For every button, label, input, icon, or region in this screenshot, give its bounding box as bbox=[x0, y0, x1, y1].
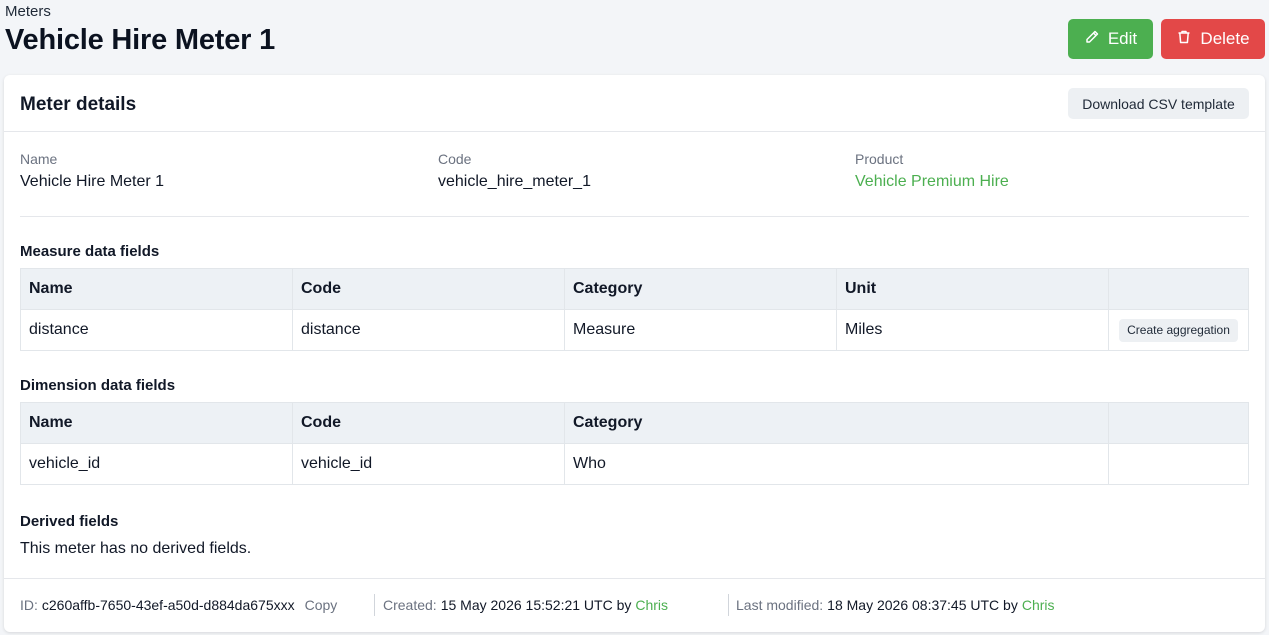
footer-separator bbox=[374, 594, 375, 616]
id-label: ID: bbox=[20, 597, 38, 613]
meter-details-card: Meter details Download CSV template Name… bbox=[4, 75, 1265, 632]
code-label: Code bbox=[438, 151, 472, 167]
meta-footer: ID: c260affb-7650-43ef-a50d-d884da675xxx… bbox=[4, 578, 1265, 632]
column-header-code: Code bbox=[292, 268, 565, 310]
page-title: Vehicle Hire Meter 1 bbox=[5, 24, 276, 56]
download-csv-template-button[interactable]: Download CSV template bbox=[1068, 88, 1249, 119]
detail-name: Name Vehicle Hire Meter 1 bbox=[20, 151, 164, 191]
copy-id-button[interactable]: Copy bbox=[305, 597, 338, 613]
divider bbox=[20, 216, 1249, 217]
cell-name: distance bbox=[20, 309, 293, 351]
dimension-section-title: Dimension data fields bbox=[20, 377, 176, 394]
cell-name: vehicle_id bbox=[20, 443, 293, 485]
name-label: Name bbox=[20, 151, 58, 167]
cell-actions bbox=[1108, 443, 1249, 485]
card-header: Meter details Download CSV template bbox=[4, 75, 1265, 132]
column-header-unit: Unit bbox=[836, 268, 1109, 310]
cell-unit: Miles bbox=[836, 309, 1109, 351]
footer-created: Created: 15 May 2026 15:52:21 UTC by Chr… bbox=[383, 597, 668, 613]
column-header-name: Name bbox=[20, 268, 293, 310]
column-header-category: Category bbox=[564, 402, 1109, 444]
product-link[interactable]: Vehicle Premium Hire bbox=[855, 173, 1009, 191]
table-header-row: Name Code Category bbox=[20, 402, 1249, 444]
delete-button-label: Delete bbox=[1200, 29, 1250, 48]
pencil-icon bbox=[1084, 29, 1100, 50]
name-value: Vehicle Hire Meter 1 bbox=[20, 173, 165, 190]
edit-button[interactable]: Edit bbox=[1068, 19, 1153, 59]
measure-table: Name Code Category Unit distance distanc… bbox=[20, 268, 1249, 351]
cell-code: distance bbox=[292, 309, 565, 351]
column-header-actions bbox=[1108, 268, 1249, 310]
detail-product: Product Vehicle Premium Hire bbox=[855, 151, 1009, 191]
derived-section-title: Derived fields bbox=[20, 513, 119, 530]
breadcrumb[interactable]: Meters bbox=[5, 3, 51, 20]
dimension-table: Name Code Category vehicle_id vehicle_id… bbox=[20, 402, 1249, 485]
footer-separator bbox=[728, 594, 729, 616]
modified-value: 18 May 2026 08:37:45 UTC by bbox=[827, 597, 1018, 613]
cell-actions: Create aggregation bbox=[1108, 309, 1249, 351]
measure-section-title: Measure data fields bbox=[20, 243, 160, 260]
table-row: distance distance Measure Miles Create a… bbox=[20, 309, 1249, 351]
delete-button[interactable]: Delete bbox=[1161, 19, 1265, 59]
table-row: vehicle_id vehicle_id Who bbox=[20, 443, 1249, 485]
create-aggregation-button[interactable]: Create aggregation bbox=[1119, 318, 1238, 342]
footer-id: ID: c260affb-7650-43ef-a50d-d884da675xxx… bbox=[20, 597, 337, 613]
edit-button-label: Edit bbox=[1107, 29, 1138, 48]
card-title: Meter details bbox=[20, 94, 137, 115]
cell-category: Measure bbox=[564, 309, 837, 351]
product-label: Product bbox=[855, 151, 904, 167]
created-value: 15 May 2026 15:52:21 UTC by bbox=[440, 597, 632, 613]
code-value: vehicle_hire_meter_1 bbox=[438, 173, 591, 190]
trash-icon bbox=[1176, 29, 1192, 50]
modified-label: Last modified: bbox=[736, 597, 824, 613]
derived-empty-text: This meter has no derived fields. bbox=[20, 540, 252, 557]
footer-modified: Last modified: 18 May 2026 08:37:45 UTC … bbox=[736, 597, 1055, 613]
column-header-category: Category bbox=[564, 268, 837, 310]
modified-by-link[interactable]: Chris bbox=[1022, 597, 1055, 613]
created-by-link[interactable]: Chris bbox=[635, 597, 668, 613]
column-header-name: Name bbox=[20, 402, 293, 444]
column-header-code: Code bbox=[292, 402, 565, 444]
column-header-actions bbox=[1108, 402, 1249, 444]
created-label: Created: bbox=[383, 597, 437, 613]
cell-category: Who bbox=[564, 443, 1109, 485]
detail-code: Code vehicle_hire_meter_1 bbox=[438, 151, 591, 191]
cell-code: vehicle_id bbox=[292, 443, 565, 485]
table-header-row: Name Code Category Unit bbox=[20, 268, 1249, 310]
id-value: c260affb-7650-43ef-a50d-d884da675xxx bbox=[41, 597, 295, 613]
